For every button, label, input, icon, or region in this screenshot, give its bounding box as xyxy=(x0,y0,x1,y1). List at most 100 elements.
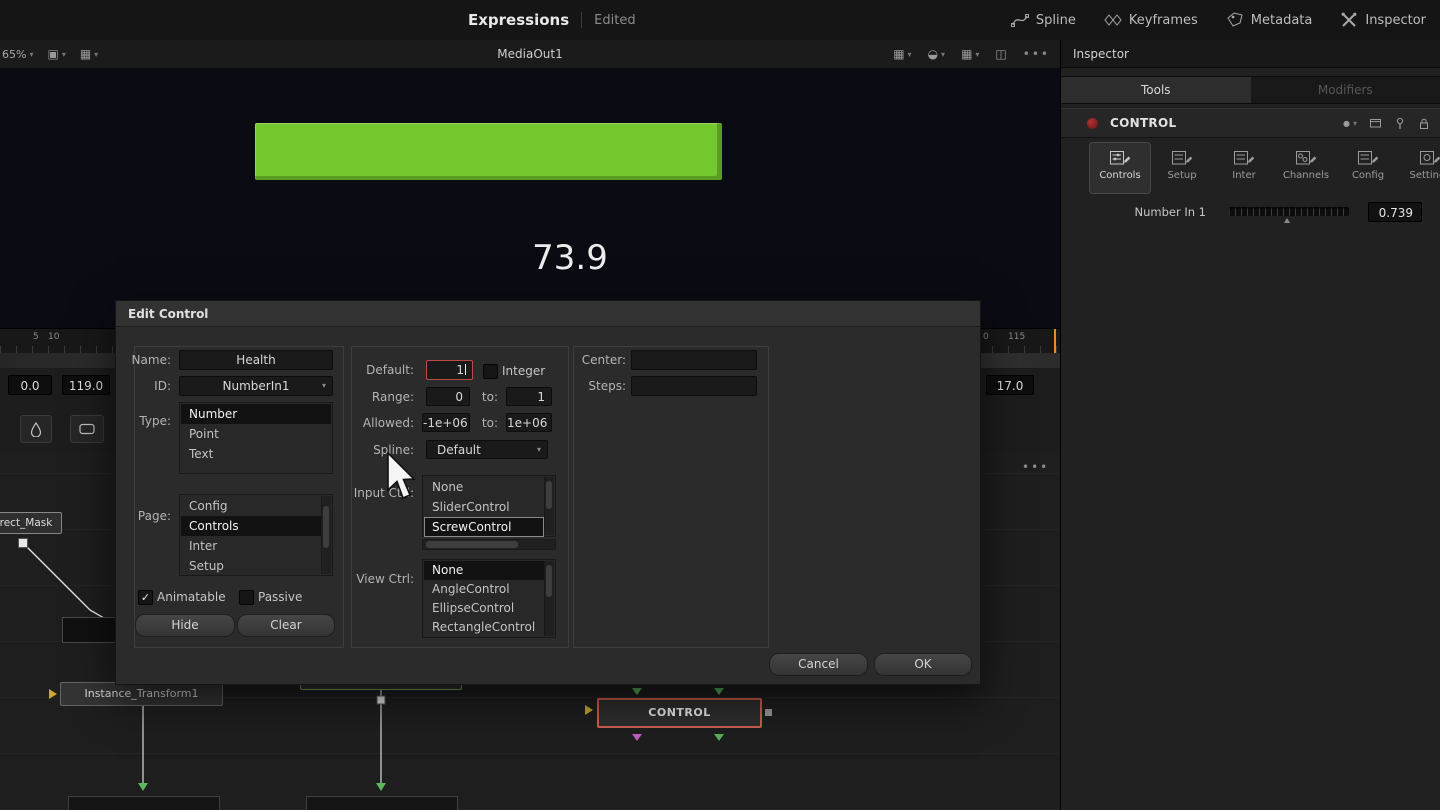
guides-select[interactable]: ▦ ▾ xyxy=(893,47,911,61)
list-item[interactable]: Number xyxy=(181,404,331,424)
ok-button[interactable]: OK xyxy=(874,653,972,676)
passive-checkbox[interactable] xyxy=(239,590,254,605)
to-label: to: xyxy=(481,416,498,430)
scrollbar-thumb[interactable] xyxy=(323,506,329,548)
metadata-button[interactable]: Metadata xyxy=(1226,11,1312,29)
section-tab-controls[interactable]: Controls xyxy=(1089,142,1151,194)
scrollbar-thumb[interactable] xyxy=(426,541,518,548)
cancel-button[interactable]: Cancel xyxy=(769,653,868,676)
page-listbox[interactable]: Config Controls Inter Setup xyxy=(179,494,333,576)
view-ctrl-label: View Ctrl: xyxy=(356,572,414,586)
zoom-select[interactable]: 65% ▾ xyxy=(2,48,33,61)
range-out-field[interactable]: 119.0 xyxy=(62,375,110,395)
list-item[interactable]: Setup xyxy=(181,556,321,576)
node-input-arrow-icon[interactable] xyxy=(49,689,57,699)
node-instance-transform[interactable]: Instance_Transform1 xyxy=(60,682,223,706)
input-ctrl-label: Input Ctrl: xyxy=(353,486,414,500)
list-item[interactable]: Config xyxy=(181,496,321,516)
dialog-title[interactable]: Edit Control xyxy=(116,301,980,327)
scrollbar-thumb[interactable] xyxy=(546,481,552,509)
shape-tool-button[interactable] xyxy=(20,415,52,443)
type-listbox[interactable]: Number Point Text xyxy=(179,402,333,474)
lut-select[interactable]: ◒ ▾ xyxy=(928,47,946,61)
default-field[interactable]: 1 xyxy=(426,360,473,380)
node-connector-arrow-icon[interactable] xyxy=(714,688,724,695)
window-icon[interactable] xyxy=(1369,117,1382,129)
integer-checkbox[interactable] xyxy=(483,364,498,379)
viewer-more-button[interactable]: ••• xyxy=(1023,47,1050,61)
scrollbar-thumb[interactable] xyxy=(546,565,552,597)
section-tab-config[interactable]: Config xyxy=(1337,142,1399,194)
input-ctrl-listbox[interactable]: None SliderControl ScrewControl xyxy=(422,475,556,537)
number-in-value-field[interactable]: 0.739 xyxy=(1368,202,1422,222)
node-control[interactable]: CONTROL xyxy=(597,698,762,728)
select-tool-button[interactable] xyxy=(70,415,104,443)
list-item[interactable]: ScrewControl xyxy=(424,517,544,537)
grid-select[interactable]: ▦ ▾ xyxy=(961,47,979,61)
node-partial[interactable] xyxy=(62,617,118,643)
section-tab-inter[interactable]: Inter xyxy=(1213,142,1275,194)
scrollbar[interactable] xyxy=(544,477,554,535)
node-status-dot-icon[interactable] xyxy=(1087,117,1098,129)
list-item[interactable]: None xyxy=(424,561,544,580)
playhead-marker[interactable] xyxy=(1054,329,1056,353)
node-connector-arrow-icon[interactable] xyxy=(632,688,642,695)
range-in-field[interactable]: 0.0 xyxy=(8,375,52,395)
view-ctrl-listbox[interactable]: None AngleControl EllipseControl Rectang… xyxy=(422,559,556,638)
node-clipped-bottom[interactable] xyxy=(68,796,220,810)
horizontal-scrollbar[interactable] xyxy=(422,539,556,550)
version-select[interactable]: ● ▾ xyxy=(1343,119,1357,128)
list-item[interactable]: Inter xyxy=(181,536,321,556)
tab-modifiers[interactable]: Modifiers xyxy=(1251,77,1440,103)
keyframes-button[interactable]: Keyframes xyxy=(1104,11,1198,29)
slider-handle-icon[interactable] xyxy=(1284,218,1290,223)
number-in-slider[interactable] xyxy=(1229,207,1349,216)
node-input-arrow-icon[interactable] xyxy=(585,705,593,715)
channel-select[interactable]: ▣ ▾ xyxy=(47,47,65,61)
tab-tools[interactable]: Tools xyxy=(1061,77,1251,103)
hide-button[interactable]: Hide xyxy=(135,614,235,637)
spline-button[interactable]: Spline xyxy=(1010,11,1076,29)
list-item[interactable]: EllipseControl xyxy=(424,599,544,618)
pin-icon[interactable] xyxy=(1394,117,1406,130)
animatable-checkbox[interactable]: ✓ xyxy=(138,590,153,605)
allowed-from-field[interactable]: -1e+06 xyxy=(422,413,470,432)
node-connector-arrow-icon[interactable] xyxy=(632,734,642,741)
center-field[interactable] xyxy=(631,350,757,370)
allowed-to-field[interactable]: 1e+06 xyxy=(506,413,552,432)
node-clipped-bottom[interactable] xyxy=(306,796,458,810)
steps-field[interactable] xyxy=(631,376,757,396)
scrollbar[interactable] xyxy=(544,561,554,636)
range-from-field[interactable]: 0 xyxy=(426,387,470,406)
node-output-square-icon[interactable] xyxy=(765,709,772,716)
range-right-field[interactable]: 17.0 xyxy=(986,375,1034,395)
list-item[interactable]: AngleControl xyxy=(424,580,544,599)
node-connector-arrow-icon[interactable] xyxy=(714,734,724,741)
list-item[interactable]: SliderControl xyxy=(424,497,544,517)
list-item[interactable]: RectangleControl xyxy=(424,618,544,637)
viewer-canvas[interactable]: 73.9 xyxy=(0,68,1060,328)
section-tab-settings[interactable]: Settings xyxy=(1399,142,1440,194)
list-item[interactable]: None xyxy=(424,477,544,497)
section-tab-label: Channels xyxy=(1282,170,1330,181)
spline-dropdown[interactable]: Default ▾ xyxy=(426,440,548,459)
panel-more-button[interactable]: ••• xyxy=(1022,460,1049,474)
section-tab-setup[interactable]: Setup xyxy=(1151,142,1213,194)
list-item[interactable]: Text xyxy=(181,444,331,464)
section-tab-channels[interactable]: Channels xyxy=(1275,142,1337,194)
inspector-button[interactable]: Inspector xyxy=(1340,11,1426,29)
layout-icon: ▦ xyxy=(79,47,92,61)
id-dropdown[interactable]: NumberIn1 ▾ xyxy=(179,376,333,396)
viewer-layout-select[interactable]: ▦ ▾ xyxy=(80,47,98,61)
viewer-toolbar-right: ▦ ▾ ◒ ▾ ▦ ▾ ◫ ••• xyxy=(893,40,1050,68)
split-view-button[interactable]: ◫ xyxy=(995,47,1006,61)
list-item[interactable]: Point xyxy=(181,424,331,444)
lock-icon[interactable] xyxy=(1418,117,1430,130)
name-field[interactable]: Health xyxy=(179,350,333,370)
clear-button[interactable]: Clear xyxy=(237,614,335,637)
range-to-field[interactable]: 1 xyxy=(506,387,552,406)
list-item[interactable]: Controls xyxy=(181,516,321,536)
node-rect-mask[interactable]: rect_Mask xyxy=(0,512,62,534)
spline-point-handle[interactable] xyxy=(18,538,28,548)
scrollbar[interactable] xyxy=(321,496,331,574)
